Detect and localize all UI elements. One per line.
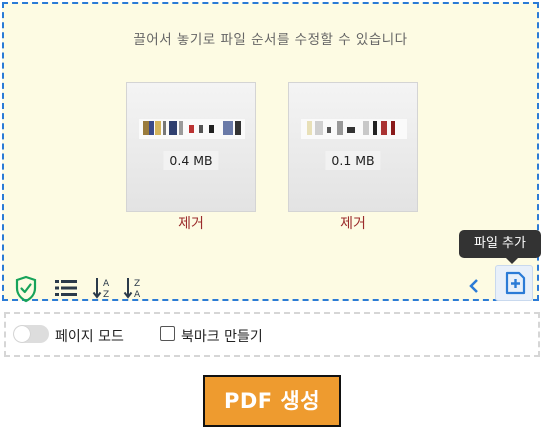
- add-file-button[interactable]: [495, 265, 533, 301]
- drag-hint-text: 끌어서 놓기로 파일 순서를 수정할 수 있습니다: [133, 32, 408, 48]
- svg-text:A: A: [103, 279, 110, 289]
- file-drop-zone[interactable]: 끌어서 놓기로 파일 순서를 수정할 수 있습니다 0.4 MB 제거 0.1 …: [2, 2, 541, 303]
- sort-za-icon[interactable]: Z A: [123, 275, 145, 305]
- file-size: 0.4 MB: [163, 151, 219, 170]
- file-thumbnail: [139, 119, 245, 139]
- page-mode-toggle[interactable]: [13, 325, 49, 343]
- svg-text:Z: Z: [134, 279, 140, 289]
- page-mode-label: 페이지 모드: [55, 329, 124, 345]
- sort-az-icon[interactable]: A Z: [92, 275, 114, 305]
- remove-file-link[interactable]: 제거: [288, 213, 418, 233]
- file-card[interactable]: 0.1 MB: [288, 82, 418, 212]
- chevron-left-icon[interactable]: [467, 277, 481, 299]
- file-thumbnail: [301, 119, 407, 139]
- file-card[interactable]: 0.4 MB: [126, 82, 256, 212]
- options-panel: 페이지 모드 북마크 만들기: [4, 312, 540, 357]
- list-icon[interactable]: [54, 277, 78, 303]
- svg-text:A: A: [134, 290, 141, 300]
- generate-pdf-button[interactable]: PDF 생성: [203, 375, 341, 427]
- remove-file-link[interactable]: 제거: [126, 213, 256, 233]
- toggle-knob: [14, 326, 30, 342]
- add-file-tooltip: 파일 추가: [459, 230, 541, 264]
- add-file-icon: [503, 271, 527, 299]
- bookmark-label: 북마크 만들기: [181, 329, 263, 345]
- file-size: 0.1 MB: [325, 151, 381, 170]
- bookmark-checkbox[interactable]: [160, 326, 175, 341]
- shield-check-icon[interactable]: [14, 275, 38, 307]
- svg-text:Z: Z: [103, 290, 109, 300]
